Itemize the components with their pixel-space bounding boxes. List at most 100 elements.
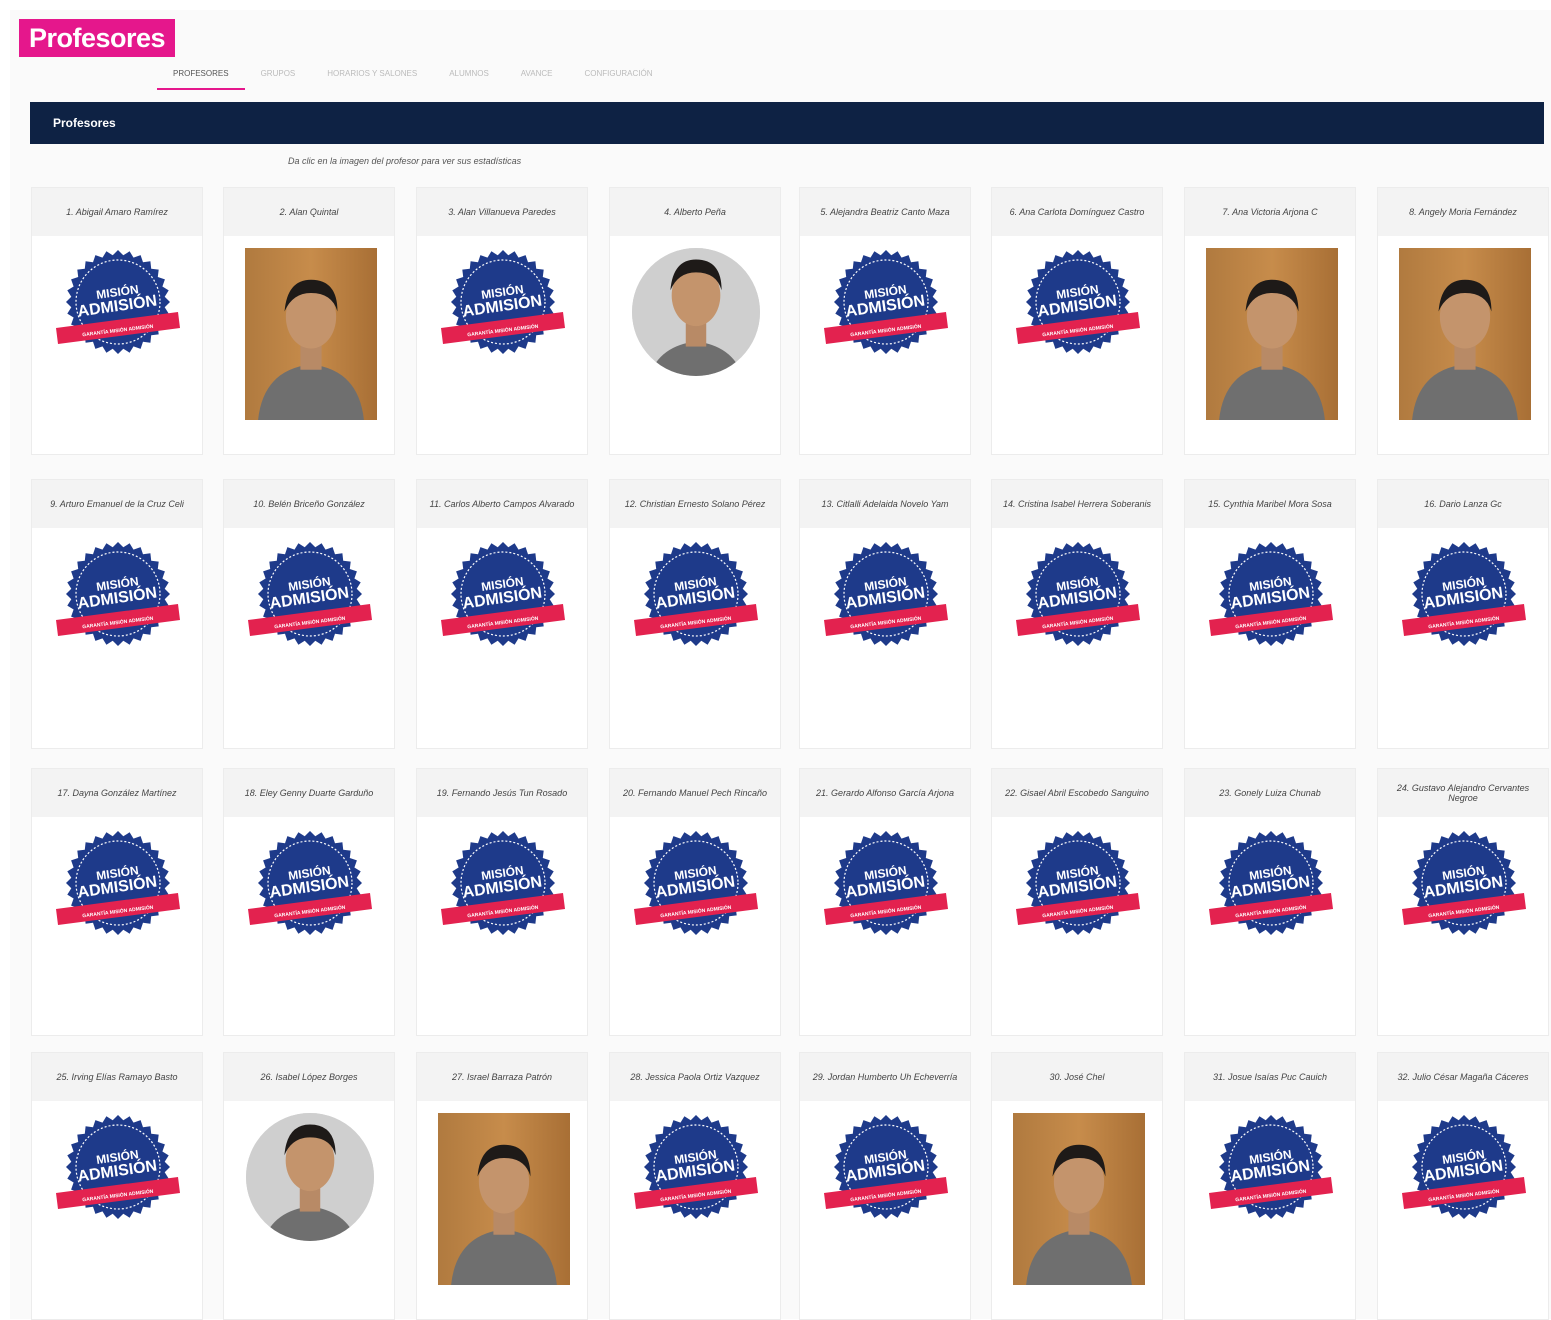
tab-horarios-y-salones[interactable]: HORARIOS Y SALONES <box>311 62 433 88</box>
teacher-image-area <box>224 236 394 454</box>
teacher-card[interactable]: 20. Fernando Manuel Pech Rincaño MISIÓN AD… <box>609 768 781 1036</box>
teacher-card[interactable]: 2. Alan Quintal <box>223 187 395 455</box>
teacher-image-area: MISIÓN ADMISIÓN GARANTÍA MISIÓN ADMISIÓN <box>800 236 970 454</box>
tab-avance[interactable]: AVANCE <box>505 62 569 88</box>
teacher-card[interactable]: 32. Julio César Magaña Cáceres MISIÓN ADMI… <box>1377 1052 1549 1320</box>
teacher-card[interactable]: 15. Cynthia Maribel Mora Sosa MISIÓN ADMIS… <box>1184 479 1356 749</box>
teacher-image-area <box>610 236 780 454</box>
mision-admision-logo: MISIÓNADMISIÓNGARANTÍA MISIÓN ADMISIÓN <box>824 542 948 646</box>
teacher-photo[interactable] <box>1206 248 1338 420</box>
teacher-name: 31. Josue Isaías Puc Cauich <box>1185 1053 1355 1101</box>
teacher-name: 15. Cynthia Maribel Mora Sosa <box>1185 480 1355 528</box>
teacher-image-area: MISIÓN ADMISIÓN GARANTÍA MISIÓN ADMISIÓN <box>1378 528 1548 748</box>
teacher-card[interactable]: 18. Eley Genny Duarte Garduño MISIÓN ADMIS… <box>223 768 395 1036</box>
teacher-card[interactable]: 9. Arturo Emanuel de la Cruz Celi MISIÓN A… <box>31 479 203 749</box>
teacher-card[interactable]: 8. Angely Moria Fernández <box>1377 187 1549 455</box>
mision-admision-logo: MISIÓNADMISIÓNGARANTÍA MISIÓN ADMISIÓN <box>56 250 180 354</box>
mision-admision-logo: MISIÓNADMISIÓNGARANTÍA MISIÓN ADMISIÓN <box>1209 831 1333 935</box>
teacher-card[interactable]: 12. Christian Ernesto Solano Pérez MISIÓN… <box>609 479 781 749</box>
person-silhouette <box>1412 279 1518 420</box>
teacher-card[interactable]: 31. Josue Isaías Puc Cauich MISIÓN ADMISIÓ… <box>1184 1052 1356 1320</box>
person-silhouette <box>632 248 760 376</box>
mision-admision-logo: MISIÓNADMISIÓNGARANTÍA MISIÓN ADMISIÓN <box>56 1115 180 1219</box>
mision-admision-logo: MISIÓNADMISIÓNGARANTÍA MISIÓN ADMISIÓN <box>824 831 948 935</box>
teacher-name: 7. Ana Victoria Arjona C <box>1185 188 1355 236</box>
mision-admision-logo: MISIÓNADMISIÓNGARANTÍA MISIÓN ADMISIÓN <box>248 542 372 646</box>
mision-admision-logo: MISIÓNADMISIÓNGARANTÍA MISIÓN ADMISIÓN <box>824 250 948 354</box>
person-silhouette <box>1219 279 1325 420</box>
teacher-name: 10. Belén Briceño González <box>224 480 394 528</box>
teacher-card[interactable]: 19. Fernando Jesús Tun Rosado MISIÓN ADMIS… <box>416 768 588 1036</box>
teacher-card[interactable]: 16. Dario Lanza Gc MISIÓN ADMISIÓN GARANTÍA… <box>1377 479 1549 749</box>
teacher-card[interactable]: 13. Citlalli Adelaida Novelo Yam MISIÓN AD… <box>799 479 971 749</box>
teacher-name: 2. Alan Quintal <box>224 188 394 236</box>
teacher-photo[interactable] <box>438 1113 570 1285</box>
teacher-card[interactable]: 24. Gustavo Alejandro Cervantes Negroe MI… <box>1377 768 1549 1036</box>
teacher-name: 20. Fernando Manuel Pech Rincaño <box>610 769 780 817</box>
person-silhouette <box>246 1113 374 1241</box>
teacher-name: 24. Gustavo Alejandro Cervantes Negroe <box>1378 769 1548 817</box>
tab-configuraci-n[interactable]: CONFIGURACIÓN <box>569 62 669 88</box>
person-silhouette <box>258 279 364 420</box>
teacher-image-area <box>1378 236 1548 454</box>
person-silhouette <box>1026 1144 1132 1285</box>
teacher-card[interactable]: 22. Gisael Abril Escobedo Sanguino MISIÓN… <box>991 768 1163 1036</box>
teacher-card[interactable]: 1. Abigail Amaro Ramírez MISIÓN ADMISIÓN GA… <box>31 187 203 455</box>
teacher-card[interactable]: 29. Jordan Humberto Uh Echeverría MISIÓN A… <box>799 1052 971 1320</box>
teacher-photo[interactable] <box>1399 248 1531 420</box>
teacher-name: 9. Arturo Emanuel de la Cruz Celi <box>32 480 202 528</box>
teacher-card[interactable]: 4. Alberto Peña <box>609 187 781 455</box>
teacher-card[interactable]: 23. Gonely Luiza Chunab MISIÓN ADMISIÓN GAR… <box>1184 768 1356 1036</box>
teacher-name: 6. Ana Carlota Domínguez Castro <box>992 188 1162 236</box>
mision-admision-logo: MISIÓNADMISIÓNGARANTÍA MISIÓN ADMISIÓN <box>1402 542 1526 646</box>
mision-admision-logo: MISIÓNADMISIÓNGARANTÍA MISIÓN ADMISIÓN <box>1402 831 1526 935</box>
teacher-image-area: MISIÓN ADMISIÓN GARANTÍA MISIÓN ADMISIÓN <box>992 817 1162 1035</box>
teacher-image-area <box>992 1101 1162 1319</box>
teacher-name: 28. Jessica Paola Ortiz Vazquez <box>610 1053 780 1101</box>
teacher-card[interactable]: 28. Jessica Paola Ortiz Vazquez MISIÓN ADM… <box>609 1052 781 1320</box>
tab-grupos[interactable]: GRUPOS <box>245 62 312 88</box>
teacher-image-area: MISIÓN ADMISIÓN GARANTÍA MISIÓN ADMISIÓN <box>32 236 202 454</box>
teacher-name: 13. Citlalli Adelaida Novelo Yam <box>800 480 970 528</box>
teacher-card[interactable]: 21. Gerardo Alfonso García Arjona MISIÓN A… <box>799 768 971 1036</box>
mision-admision-logo: MISIÓNADMISIÓNGARANTÍA MISIÓN ADMISIÓN <box>1016 831 1140 935</box>
teacher-image-area: MISIÓN ADMISIÓN GARANTÍA MISIÓN ADMISIÓN <box>417 817 587 1035</box>
teacher-name: 21. Gerardo Alfonso García Arjona <box>800 769 970 817</box>
teacher-image-area: MISIÓN ADMISIÓN GARANTÍA MISIÓN ADMISIÓN <box>992 236 1162 454</box>
teacher-card[interactable]: 11. Carlos Alberto Campos Alvarado MISIÓN… <box>416 479 588 749</box>
teacher-card[interactable]: 14. Cristina Isabel Herrera Soberanis MIS… <box>991 479 1163 749</box>
teacher-card[interactable]: 5. Alejandra Beatriz Canto Maza MISIÓN ADM… <box>799 187 971 455</box>
teacher-photo[interactable] <box>245 248 377 420</box>
teacher-name: 19. Fernando Jesús Tun Rosado <box>417 769 587 817</box>
teacher-name: 23. Gonely Luiza Chunab <box>1185 769 1355 817</box>
teacher-card[interactable]: 27. Israel Barraza Patrón <box>416 1052 588 1320</box>
teacher-image-area: MISIÓN ADMISIÓN GARANTÍA MISIÓN ADMISIÓN <box>610 1101 780 1319</box>
teacher-name: 11. Carlos Alberto Campos Alvarado <box>417 480 587 528</box>
mision-admision-logo: MISIÓNADMISIÓNGARANTÍA MISIÓN ADMISIÓN <box>1209 1115 1333 1219</box>
teacher-photo[interactable] <box>1013 1113 1145 1285</box>
teacher-photo[interactable] <box>246 1113 374 1241</box>
teacher-card[interactable]: 30. José Chel <box>991 1052 1163 1320</box>
teacher-photo[interactable] <box>632 248 760 376</box>
teacher-card[interactable]: 25. Irving Elías Ramayo Basto MISIÓN ADMIS… <box>31 1052 203 1320</box>
teacher-image-area: MISIÓN ADMISIÓN GARANTÍA MISIÓN ADMISIÓN <box>992 528 1162 748</box>
teacher-image-area: MISIÓN ADMISIÓN GARANTÍA MISIÓN ADMISIÓN <box>1378 817 1548 1035</box>
teacher-card[interactable]: 7. Ana Victoria Arjona C <box>1184 187 1356 455</box>
teacher-name: 22. Gisael Abril Escobedo Sanguino <box>992 769 1162 817</box>
teacher-card[interactable]: 3. Alan Villanueva Paredes MISIÓN ADMISIÓN… <box>416 187 588 455</box>
teacher-card[interactable]: 10. Belén Briceño González MISIÓN ADMISIÓN… <box>223 479 395 749</box>
tab-alumnos[interactable]: ALUMNOS <box>433 62 505 88</box>
teacher-card[interactable]: 6. Ana Carlota Domínguez Castro MISIÓN ADM… <box>991 187 1163 455</box>
teacher-name: 26. Isabel López Borges <box>224 1053 394 1101</box>
mision-admision-logo: MISIÓNADMISIÓNGARANTÍA MISIÓN ADMISIÓN <box>1209 542 1333 646</box>
teacher-name: 3. Alan Villanueva Paredes <box>417 188 587 236</box>
teacher-image-area: MISIÓN ADMISIÓN GARANTÍA MISIÓN ADMISIÓN <box>800 817 970 1035</box>
mision-admision-logo: MISIÓNADMISIÓNGARANTÍA MISIÓN ADMISIÓN <box>634 831 758 935</box>
teacher-name: 5. Alejandra Beatriz Canto Maza <box>800 188 970 236</box>
teacher-card[interactable]: 17. Dayna González Martínez MISIÓN ADMISIÓ… <box>31 768 203 1036</box>
teacher-name: 29. Jordan Humberto Uh Echeverría <box>800 1053 970 1101</box>
teacher-card[interactable]: 26. Isabel López Borges <box>223 1052 395 1320</box>
teacher-name: 17. Dayna González Martínez <box>32 769 202 817</box>
tab-profesores[interactable]: PROFESORES <box>157 62 245 90</box>
mision-admision-logo: MISIÓNADMISIÓNGARANTÍA MISIÓN ADMISIÓN <box>441 250 565 354</box>
